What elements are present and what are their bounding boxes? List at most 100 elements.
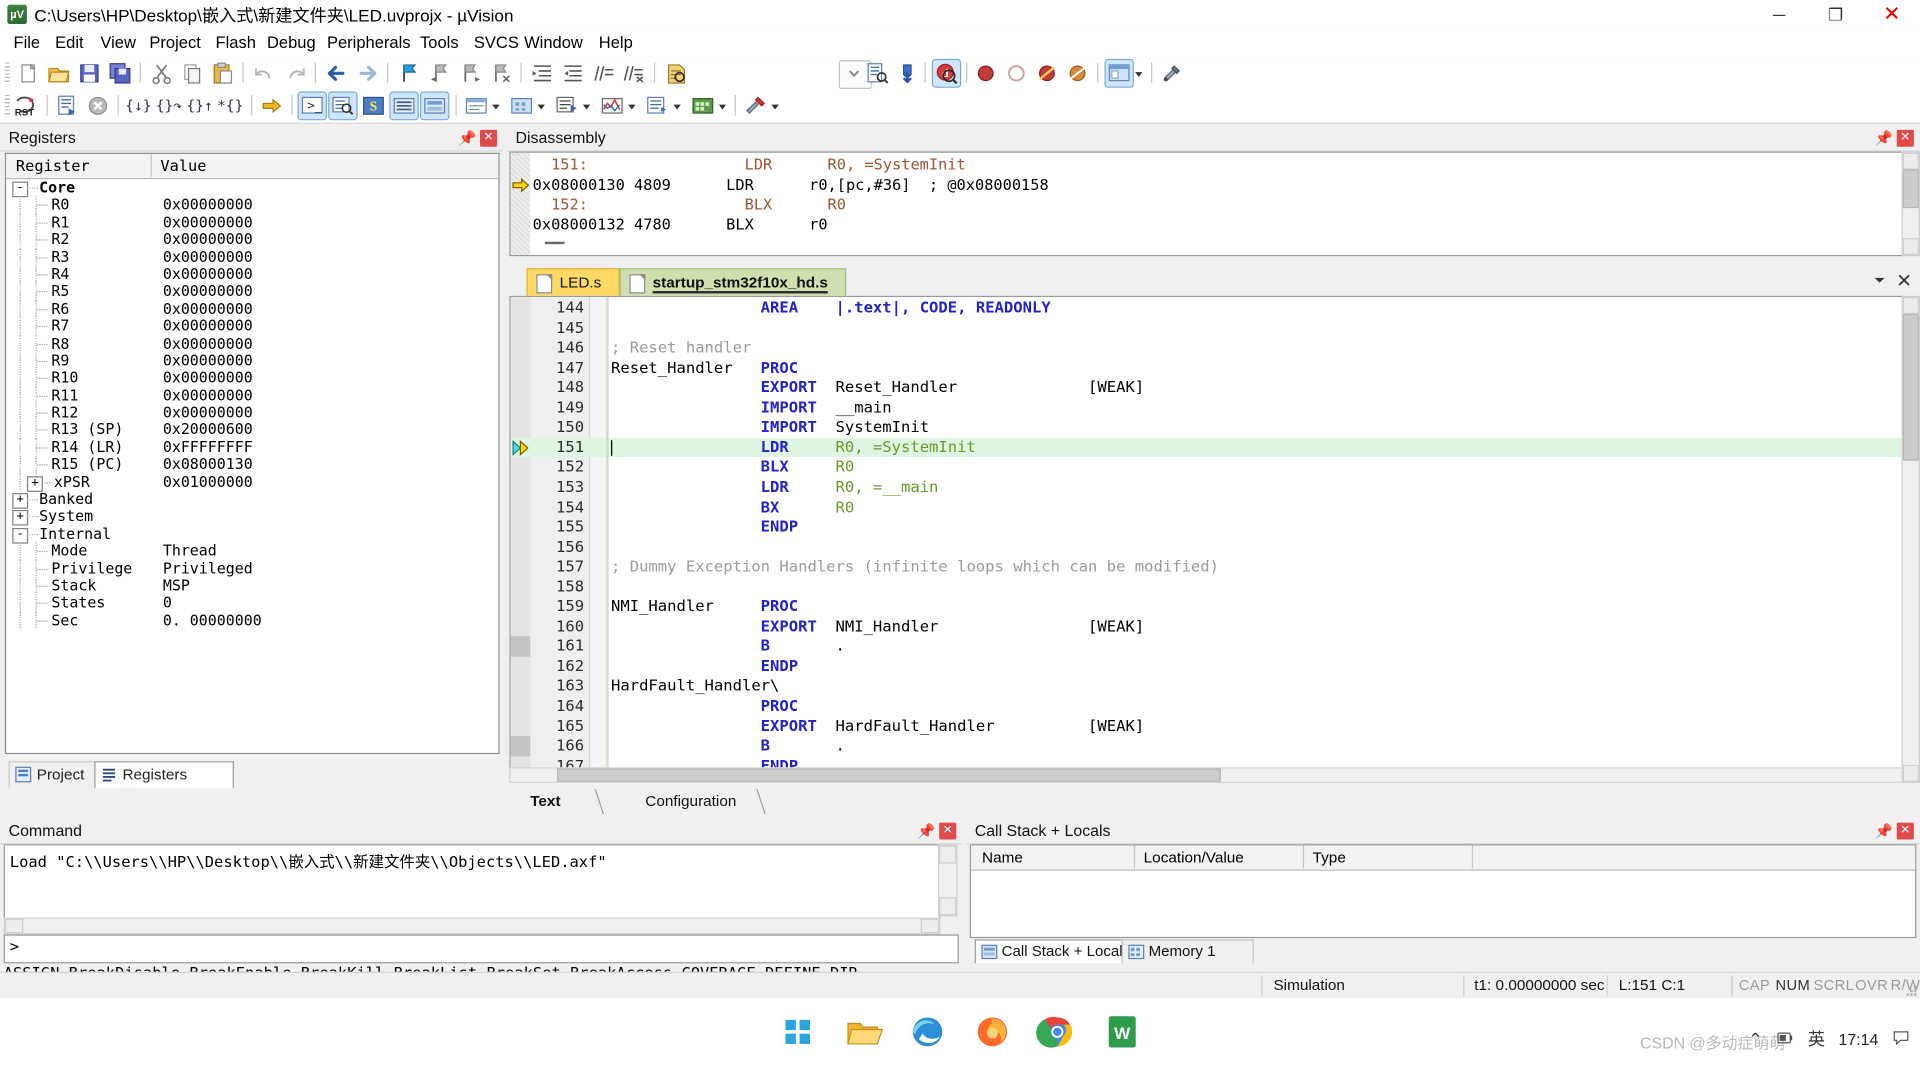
register-value[interactable]: 0xFFFFFFFF bbox=[163, 439, 253, 456]
outdent-icon[interactable] bbox=[560, 60, 587, 86]
pin-icon[interactable]: 📌 bbox=[917, 823, 935, 840]
menu-peripherals[interactable]: Peripherals bbox=[318, 31, 419, 55]
editor-hscrollbar[interactable] bbox=[509, 767, 1903, 783]
column-divider[interactable] bbox=[1471, 845, 1474, 869]
register-value[interactable]: 0. 00000000 bbox=[163, 612, 262, 629]
editor-vscrollbar[interactable] bbox=[1901, 295, 1920, 783]
pin-icon[interactable]: 📌 bbox=[1875, 823, 1893, 840]
register-row[interactable]: - Internal bbox=[6, 525, 498, 544]
close-icon[interactable]: ✕ bbox=[939, 822, 957, 840]
tab-memory-1[interactable]: Memory 1 bbox=[1121, 939, 1254, 964]
register-row[interactable]: R12 0x00000000 bbox=[6, 404, 498, 422]
register-value[interactable]: 0x00000000 bbox=[163, 404, 253, 421]
code-line[interactable]: 162 ENDP bbox=[511, 657, 1902, 677]
bookmark-toggle-icon[interactable] bbox=[396, 60, 423, 86]
step-icon[interactable]: {↓} bbox=[125, 93, 152, 119]
battery-icon[interactable] bbox=[1776, 1028, 1794, 1050]
menu-help[interactable]: Help bbox=[590, 31, 641, 55]
menu-flash[interactable]: Flash bbox=[207, 31, 265, 55]
disassembly-window-icon[interactable] bbox=[328, 91, 358, 121]
code-line[interactable]: 166 B . bbox=[510, 736, 1902, 757]
code-line[interactable]: 156 bbox=[511, 537, 1902, 557]
disable-breakpoint-icon[interactable] bbox=[1003, 60, 1030, 86]
menu-tools[interactable]: Tools bbox=[411, 31, 467, 55]
kill-all-breakpoints-icon[interactable] bbox=[1033, 60, 1060, 86]
stop-icon[interactable] bbox=[84, 93, 111, 119]
register-value[interactable]: 0x00000000 bbox=[163, 231, 253, 248]
register-value[interactable]: 0x00000000 bbox=[163, 214, 253, 231]
callstack-table[interactable]: Name Location/Value Type bbox=[969, 844, 1917, 939]
run-to-cursor-icon[interactable]: *{} bbox=[217, 93, 244, 119]
register-value[interactable]: Privileged bbox=[163, 560, 253, 577]
code-line[interactable]: 154 BX R0 bbox=[511, 497, 1902, 517]
register-value[interactable]: 0x00000000 bbox=[163, 197, 253, 214]
disable-all-breakpoints-icon[interactable] bbox=[1064, 60, 1091, 86]
code-line[interactable]: 165 EXPORT HardFault_Handler [WEAK] bbox=[511, 716, 1902, 736]
column-divider[interactable] bbox=[1302, 845, 1305, 869]
notification-icon[interactable] bbox=[1892, 1028, 1910, 1050]
save-all-icon[interactable] bbox=[107, 60, 134, 86]
code-line[interactable]: 164 PROC bbox=[511, 696, 1902, 716]
register-row[interactable]: R11 0x00000000 bbox=[6, 386, 498, 405]
command-input[interactable]: > bbox=[3, 934, 959, 964]
tree-toggle-icon[interactable]: + bbox=[12, 510, 29, 527]
register-row[interactable]: R3 0x00000000 bbox=[6, 248, 498, 266]
register-row[interactable]: R1 0x00000000 bbox=[6, 213, 498, 232]
step-out-icon[interactable]: {}↑ bbox=[186, 93, 213, 119]
menu-view[interactable]: View bbox=[92, 31, 145, 55]
code-line[interactable]: 158 bbox=[511, 577, 1902, 597]
serial-windows-icon[interactable] bbox=[553, 93, 580, 119]
register-row[interactable]: R10 0x00000000 bbox=[6, 369, 498, 387]
register-value[interactable]: 0x00000000 bbox=[163, 352, 253, 369]
run-icon[interactable] bbox=[54, 93, 81, 119]
undo-icon[interactable] bbox=[251, 60, 278, 86]
code-line[interactable]: 145 bbox=[511, 318, 1902, 338]
firefox-browser-button[interactable] bbox=[969, 1009, 1016, 1055]
chrome-browser-button[interactable] bbox=[1034, 1009, 1081, 1055]
bookmark-next-icon[interactable] bbox=[457, 60, 484, 86]
save-icon[interactable] bbox=[76, 60, 103, 86]
tab-text-editor[interactable]: Text Editor bbox=[514, 788, 605, 835]
pin-icon[interactable]: 📌 bbox=[458, 130, 476, 147]
menu-window[interactable]: Window bbox=[516, 31, 592, 55]
code-editor[interactable]: 144 AREA |.text|, CODE, READONLY 145 146; … bbox=[509, 295, 1903, 783]
toolbar-grip[interactable] bbox=[4, 95, 10, 117]
register-value[interactable]: 0x20000600 bbox=[163, 421, 253, 438]
code-line[interactable]: 148 EXPORT Reset_Handler [WEAK] bbox=[511, 378, 1902, 398]
disassembly-line[interactable]: 0x08000130 4809 LDR r0,[pc,#36] ; @0x080… bbox=[511, 175, 1902, 195]
pin-icon[interactable]: 📌 bbox=[1875, 130, 1893, 147]
reset-cpu-icon[interactable]: RST bbox=[12, 93, 39, 119]
register-row[interactable]: + xPSR 0x01000000 bbox=[6, 473, 498, 492]
tree-toggle-icon[interactable]: + bbox=[26, 475, 43, 492]
memory-windows-icon[interactable] bbox=[508, 93, 535, 119]
scroll-right-arrow[interactable] bbox=[920, 918, 940, 934]
menu-file[interactable]: File bbox=[5, 31, 49, 55]
tree-toggle-icon[interactable]: - bbox=[12, 181, 29, 198]
register-row[interactable]: Sec 0. 00000000 bbox=[6, 611, 498, 630]
close-button[interactable]: ✕ bbox=[1864, 0, 1920, 29]
register-row[interactable]: R4 0x00000000 bbox=[6, 265, 498, 284]
wps-office-button[interactable]: W bbox=[1099, 1009, 1146, 1055]
toolbox-dropdown[interactable] bbox=[769, 93, 782, 119]
disassembly-line[interactable]: 0x08000132 4780 BLX r0 bbox=[511, 215, 1902, 235]
register-value[interactable]: 0x00000000 bbox=[163, 335, 253, 352]
register-value[interactable]: 0x00000000 bbox=[163, 387, 253, 404]
menu-edit[interactable]: Edit bbox=[47, 31, 93, 55]
command-output[interactable]: Load "C:\\Users\\HP\\Desktop\\嵌入式\\新建文件夹… bbox=[3, 844, 941, 922]
forward-icon[interactable] bbox=[354, 60, 381, 86]
code-line[interactable]: 144 AREA |.text|, CODE, READONLY bbox=[511, 298, 1902, 318]
scroll-up-arrow[interactable] bbox=[1902, 152, 1919, 170]
command-hscrollbar[interactable] bbox=[3, 917, 941, 935]
watch-dropdown[interactable] bbox=[490, 93, 503, 119]
cut-icon[interactable] bbox=[148, 60, 175, 86]
code-line[interactable]: 147 Reset_Handler PROC bbox=[511, 358, 1902, 378]
registers-window-icon[interactable] bbox=[389, 91, 419, 121]
register-row[interactable]: R7 0x00000000 bbox=[6, 317, 498, 335]
code-line[interactable]: 149 IMPORT __main bbox=[511, 398, 1902, 418]
trace-dropdown[interactable] bbox=[671, 93, 684, 119]
bookmark-clear-icon[interactable] bbox=[487, 60, 514, 86]
serial-dropdown[interactable] bbox=[580, 93, 593, 119]
close-icon[interactable]: ✕ bbox=[1896, 129, 1914, 147]
resize-grip[interactable] bbox=[1903, 983, 1918, 997]
comment-icon[interactable] bbox=[590, 60, 617, 86]
